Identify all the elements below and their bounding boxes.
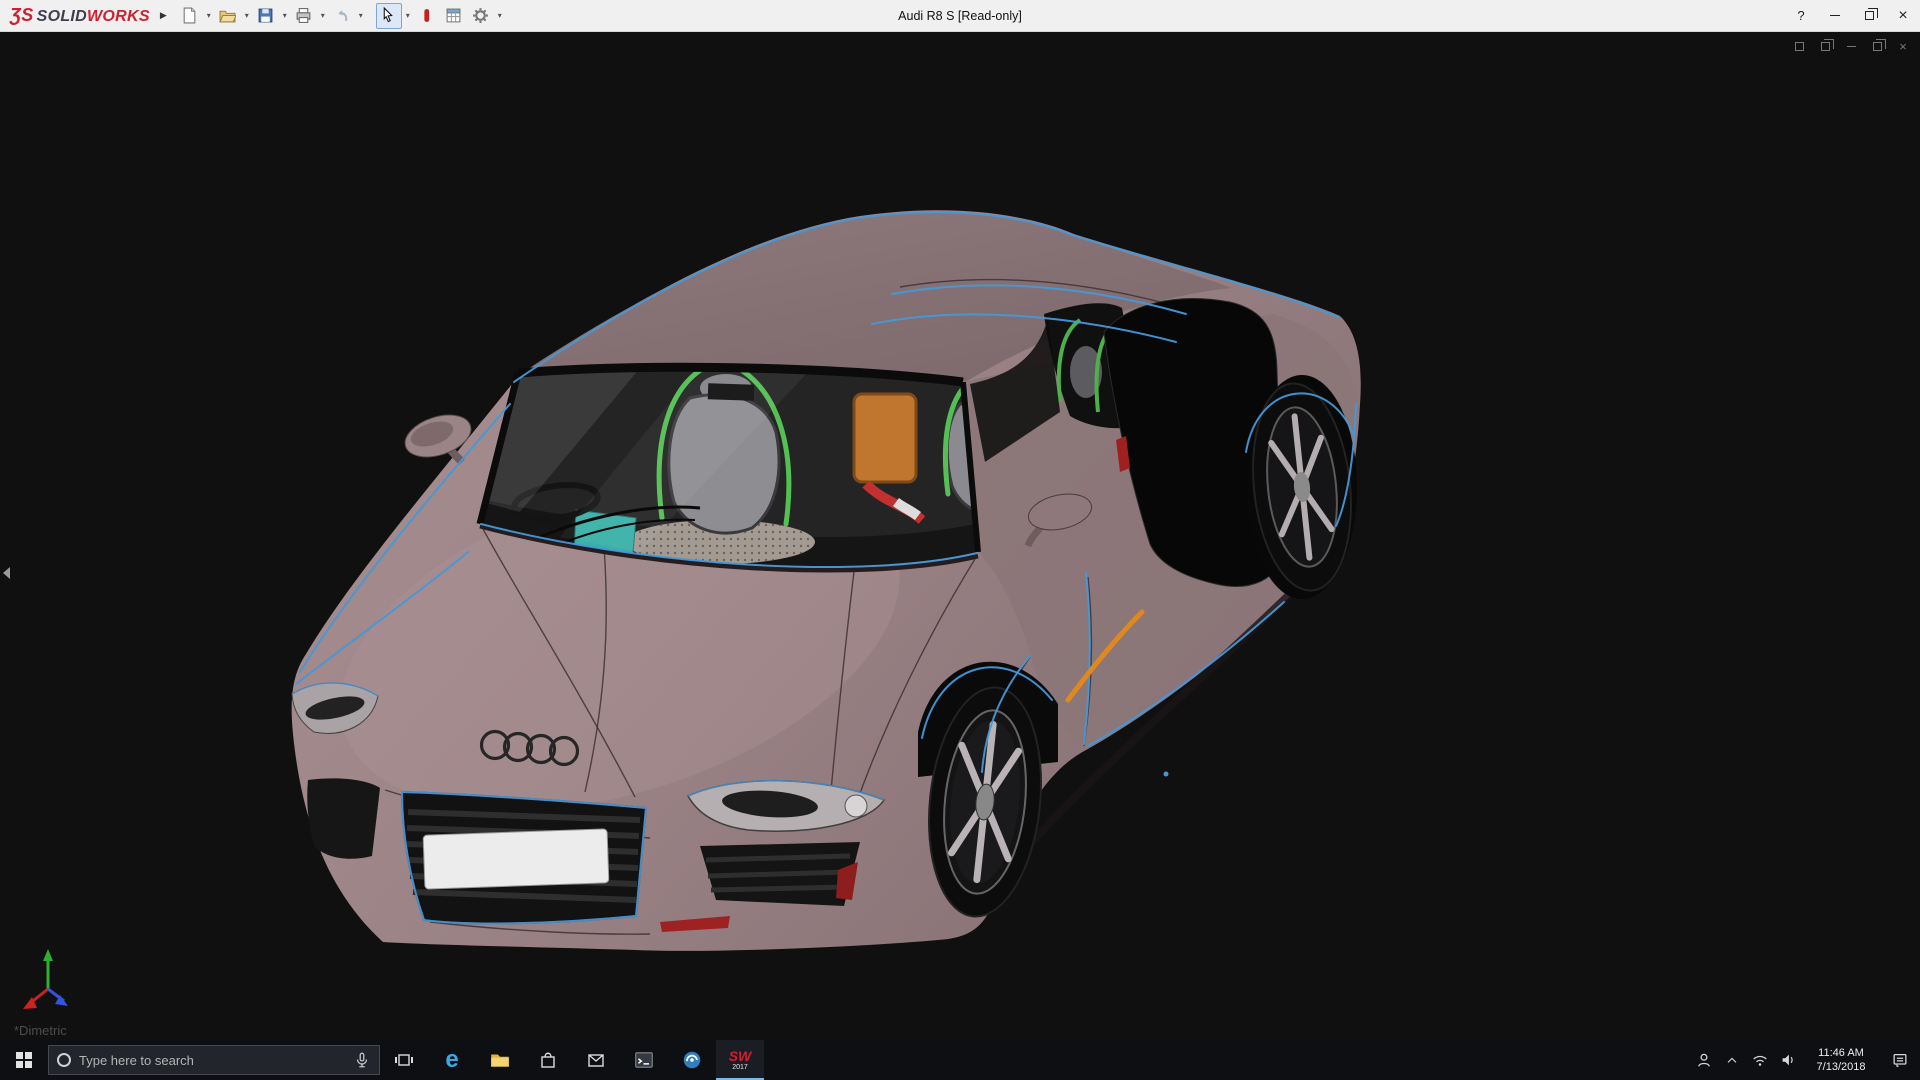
3d-viewport[interactable]: × *Dimetric [0, 32, 1920, 1040]
solidworks-logo: ƷS SOLID WORKS [0, 5, 156, 26]
windows-logo-icon [16, 1052, 32, 1068]
tray-date: 7/13/2018 [1816, 1061, 1866, 1073]
store-bag-icon [541, 1052, 555, 1068]
taskbar-clock[interactable]: 11:46 AM 7/13/2018 [1802, 1040, 1880, 1080]
undo-caret[interactable]: ▾ [356, 11, 366, 20]
new-caret[interactable]: ▾ [204, 11, 214, 20]
wifi-icon [1753, 1055, 1767, 1066]
3ds-logo-icon: ƷS [10, 5, 34, 25]
taskbar: e [0, 1040, 1920, 1080]
solidworks-2017-icon: SW 2017 [728, 1048, 752, 1071]
print-button[interactable] [291, 3, 317, 29]
console-button[interactable] [620, 1040, 668, 1080]
chevron-up-icon [1727, 1057, 1737, 1063]
file-explorer-button[interactable] [476, 1040, 524, 1080]
save-button[interactable] [253, 3, 279, 29]
collapse-panel-arrow[interactable] [0, 560, 12, 586]
print-caret[interactable]: ▾ [318, 11, 328, 20]
volume-button[interactable] [1774, 1040, 1802, 1080]
doc-cascade-icon[interactable] [1816, 38, 1834, 54]
undo-button[interactable] [329, 3, 355, 29]
cortana-icon [57, 1053, 71, 1067]
microphone-icon[interactable] [353, 1051, 371, 1069]
window-title: Audi R8 S [Read-only] [898, 8, 1022, 23]
red-tool-button[interactable] [414, 3, 440, 29]
select-cursor-icon [383, 7, 394, 23]
options-button[interactable] [468, 3, 494, 29]
table-icon [446, 8, 461, 23]
orientation-triad [23, 949, 68, 1009]
people-button[interactable] [1690, 1040, 1718, 1080]
speaker-icon [1782, 1054, 1793, 1066]
red-tool-icon [424, 9, 430, 22]
file-explorer-icon [491, 1054, 509, 1067]
console-icon [635, 1052, 653, 1068]
task-view-button[interactable] [380, 1040, 428, 1080]
window-controls: ? × [1784, 0, 1920, 31]
solidworks-2017-button[interactable]: SW 2017 [716, 1040, 764, 1080]
standard-toolbar: ▾ ▾ ▾ ▾ ▾ ▾ ▾ [177, 2, 505, 29]
doc-minimize-icon[interactable] [1842, 38, 1860, 54]
solidworks-tool-icon [683, 1051, 701, 1069]
gear-icon [473, 8, 489, 23]
close-button[interactable]: × [1886, 0, 1920, 31]
mail-button[interactable] [572, 1040, 620, 1080]
solidworks-tool-button[interactable] [668, 1040, 716, 1080]
titlebar: ƷS SOLID WORKS ▶ ▾ ▾ ▾ ▾ ▾ ▾ ▾ Audi R8 S… [0, 0, 1920, 32]
minimize-button[interactable] [1818, 0, 1852, 31]
edge-icon: e [445, 1046, 459, 1073]
options-caret[interactable]: ▾ [495, 11, 505, 20]
system-tray: 11:46 AM 7/13/2018 [1690, 1040, 1920, 1080]
select-caret[interactable]: ▾ [403, 11, 413, 20]
network-button[interactable] [1746, 1040, 1774, 1080]
tray-overflow-button[interactable] [1718, 1040, 1746, 1080]
brand-works: WORKS [87, 8, 150, 25]
doc-new-window-icon[interactable] [1790, 38, 1808, 54]
new-document-icon [183, 7, 196, 24]
menu-flyout-arrow[interactable]: ▶ [156, 10, 177, 21]
undo-icon [338, 10, 348, 22]
person-icon [1697, 1053, 1711, 1067]
mail-icon [588, 1054, 604, 1067]
save-caret[interactable]: ▾ [280, 11, 290, 20]
car-model[interactable] [0, 32, 1920, 1040]
document-window-controls: × [1790, 38, 1912, 54]
table-button[interactable] [441, 3, 467, 29]
open-folder-icon [219, 10, 237, 23]
solidworks-window: ƷS SOLID WORKS ▶ ▾ ▾ ▾ ▾ ▾ ▾ ▾ Audi R8 S… [0, 0, 1920, 1080]
doc-close-icon[interactable]: × [1894, 38, 1912, 54]
taskbar-search[interactable] [48, 1045, 380, 1075]
action-center-icon [1893, 1053, 1907, 1067]
doc-restore-icon[interactable] [1868, 38, 1886, 54]
open-button[interactable] [215, 3, 241, 29]
help-button[interactable]: ? [1784, 0, 1818, 31]
open-caret[interactable]: ▾ [242, 11, 252, 20]
edge-button[interactable]: e [428, 1040, 476, 1080]
action-center-button[interactable] [1880, 1040, 1920, 1080]
restore-button[interactable] [1852, 0, 1886, 31]
start-button[interactable] [0, 1040, 48, 1080]
view-orientation-label: *Dimetric [14, 1023, 67, 1038]
store-button[interactable] [524, 1040, 572, 1080]
search-input[interactable] [79, 1052, 345, 1068]
save-floppy-icon [258, 8, 273, 23]
brand-solid: SOLID [36, 8, 87, 25]
print-icon [296, 8, 311, 23]
new-document-button[interactable] [177, 3, 203, 29]
tray-time: 11:46 AM [1818, 1046, 1864, 1059]
task-view-icon [395, 1054, 413, 1066]
select-tool-button[interactable] [375, 2, 402, 29]
